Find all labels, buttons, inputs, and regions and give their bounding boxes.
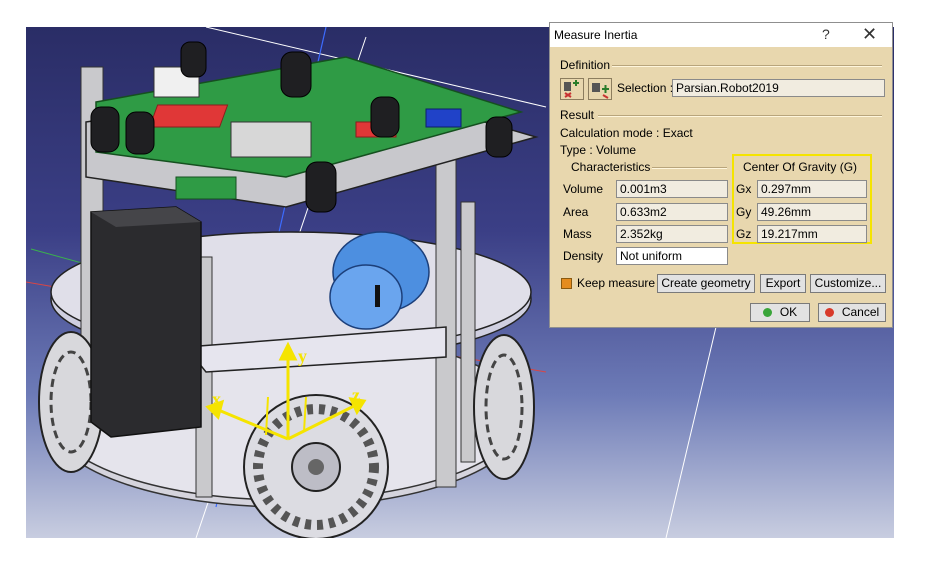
standoff-post xyxy=(435,156,457,488)
calculation-mode: Calculation mode : Exact xyxy=(560,126,693,140)
pcb-connector xyxy=(230,121,312,158)
density-label: Density xyxy=(563,249,604,263)
cancel-button[interactable]: Cancel xyxy=(818,303,886,322)
omni-wheel-right xyxy=(473,334,535,480)
volume-label: Volume xyxy=(563,182,604,196)
customize-button[interactable]: Customize... xyxy=(810,274,886,293)
cancel-label: Cancel xyxy=(841,305,880,319)
axis-label-x: x xyxy=(212,389,221,409)
gx-field[interactable]: 0.297mm xyxy=(757,180,867,198)
gz-label: Gz xyxy=(736,227,752,241)
pcb-blue-component xyxy=(425,108,462,128)
area-field[interactable]: 0.633m2 xyxy=(616,203,728,221)
pcb-red-chip xyxy=(148,104,229,128)
divider xyxy=(652,167,727,169)
help-button[interactable]: ? xyxy=(822,26,830,42)
close-button[interactable]: ✕ xyxy=(862,24,877,45)
density-field[interactable]: Not uniform xyxy=(616,247,728,265)
divider xyxy=(598,115,882,117)
ok-label: OK xyxy=(779,305,798,319)
measure-inertia-dialog: Measure Inertia ? ✕ Definition Selection… xyxy=(549,22,893,328)
axis-label-z: z xyxy=(352,385,360,405)
area-label: Area xyxy=(563,205,589,219)
measure-item-icon[interactable] xyxy=(560,78,584,100)
capacitor xyxy=(125,111,155,155)
export-button[interactable]: Export xyxy=(760,274,806,293)
cancel-icon xyxy=(824,308,834,317)
dialog-title: Measure Inertia xyxy=(554,28,638,42)
center-of-gravity-header: Center Of Gravity (G) xyxy=(743,160,858,174)
keep-measure-label: Keep measure xyxy=(577,276,656,290)
dialog-titlebar[interactable]: Measure Inertia ? ✕ xyxy=(550,23,892,47)
axis-label-y: y xyxy=(298,346,307,366)
standoff-post xyxy=(460,201,476,463)
create-geometry-button[interactable]: Create geometry xyxy=(657,274,755,293)
capacitor xyxy=(485,116,513,158)
capacitor xyxy=(180,41,207,78)
gy-label: Gy xyxy=(736,205,752,219)
selection-field[interactable]: Parsian.Robot2019 xyxy=(672,79,885,97)
mass-field[interactable]: 2.352kg xyxy=(616,225,728,243)
ok-button[interactable]: OK xyxy=(750,303,810,322)
divider xyxy=(612,65,882,67)
volume-field[interactable]: 0.001m3 xyxy=(616,180,728,198)
capacitor xyxy=(90,106,120,153)
measure-axis-icon[interactable] xyxy=(588,78,612,100)
gz-field[interactable]: 19.217mm xyxy=(757,225,867,243)
selection-label: Selection : xyxy=(617,81,674,95)
mass-label: Mass xyxy=(563,227,592,241)
reference-line xyxy=(665,326,717,538)
definition-header: Definition xyxy=(560,58,611,72)
keep-measure-checkbox[interactable] xyxy=(561,278,572,289)
battery xyxy=(90,206,202,438)
result-type: Type : Volume xyxy=(560,143,637,157)
characteristics-header: Characteristics xyxy=(571,160,651,174)
capacitor xyxy=(305,161,337,213)
ok-icon xyxy=(762,308,772,317)
gx-label: Gx xyxy=(736,182,752,196)
gy-field[interactable]: 49.26mm xyxy=(757,203,867,221)
capacitor xyxy=(370,96,400,138)
result-header: Result xyxy=(560,108,595,122)
capacitor xyxy=(280,51,312,98)
